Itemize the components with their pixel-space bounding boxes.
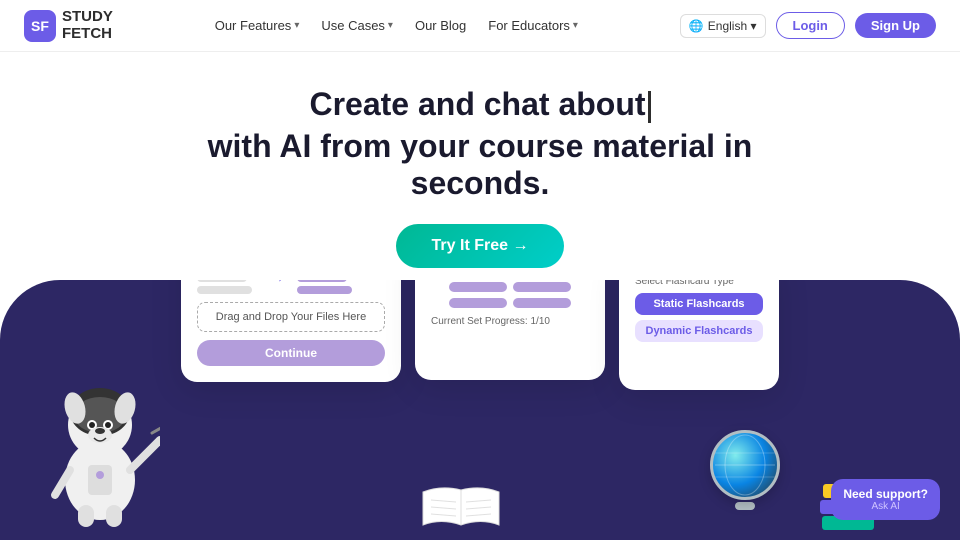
hero-title-line2: with AI from your course material in (20, 128, 940, 165)
nav-right: 🌐 English ▾ Login Sign Up (680, 12, 936, 39)
cards-row: Create a study set → (181, 280, 779, 390)
flashcard-type-card: Select Flashcard Type Static Flashcards … (619, 280, 779, 390)
nav-features[interactable]: Our Features ▾ (215, 18, 300, 33)
arrow-right-icon: → (269, 280, 285, 287)
support-subtitle: Ask AI (843, 501, 928, 512)
hero-title-line3: seconds. (20, 165, 940, 202)
logo-text: STUDY FETCH (62, 9, 113, 42)
nav-blog[interactable]: Our Blog (415, 18, 466, 33)
support-title: Need support? (843, 487, 928, 501)
dynamic-flashcards-button[interactable]: Dynamic Flashcards (635, 320, 763, 342)
hero-title-line1: Create and chat about (20, 84, 940, 126)
bottom-section: Create a study set → (0, 280, 960, 540)
cursor-blink (648, 91, 651, 123)
flow-row: → (197, 280, 385, 294)
try-free-button[interactable]: Try It Free → (396, 224, 565, 268)
chevron-down-icon: ▾ (294, 20, 299, 31)
navbar: SF STUDY FETCH Our Features ▾ Use Cases … (0, 0, 960, 52)
open-book-decoration (421, 480, 501, 535)
nav-usecases[interactable]: Use Cases ▾ (321, 18, 393, 33)
language-selector[interactable]: 🌐 English ▾ (680, 14, 766, 38)
create-study-set-card: Create a study set → (181, 280, 401, 382)
interactive-quizzes-card: Interactive Quizzes Current Set Progress… (415, 280, 605, 380)
static-flashcards-button[interactable]: Static Flashcards (635, 293, 763, 315)
signup-button[interactable]: Sign Up (855, 13, 936, 38)
drop-zone[interactable]: Drag and Drop Your Files Here (197, 302, 385, 332)
globe-decoration (710, 430, 780, 510)
output-bars (297, 280, 357, 294)
chevron-down-icon: ▾ (573, 20, 578, 31)
mascot-dog (40, 340, 180, 540)
card3-label: Select Flashcard Type (635, 280, 763, 287)
support-bubble[interactable]: Need support? Ask AI (831, 479, 940, 520)
quiz-row-1 (431, 282, 589, 292)
continue-button[interactable]: Continue (197, 340, 385, 366)
input-bars (197, 280, 257, 294)
logo[interactable]: SF STUDY FETCH (24, 9, 113, 42)
nav-educators[interactable]: For Educators ▾ (488, 18, 578, 33)
login-button[interactable]: Login (776, 12, 845, 39)
quiz-row-2 (431, 298, 589, 308)
logo-icon: SF (24, 10, 56, 42)
chevron-down-icon: ▾ (388, 20, 393, 31)
hero-section: Create and chat about with AI from your … (0, 52, 960, 268)
nav-links: Our Features ▾ Use Cases ▾ Our Blog For … (215, 18, 578, 33)
progress-text: Current Set Progress: 1/10 (431, 316, 589, 327)
globe-icon: 🌐 (689, 19, 704, 33)
